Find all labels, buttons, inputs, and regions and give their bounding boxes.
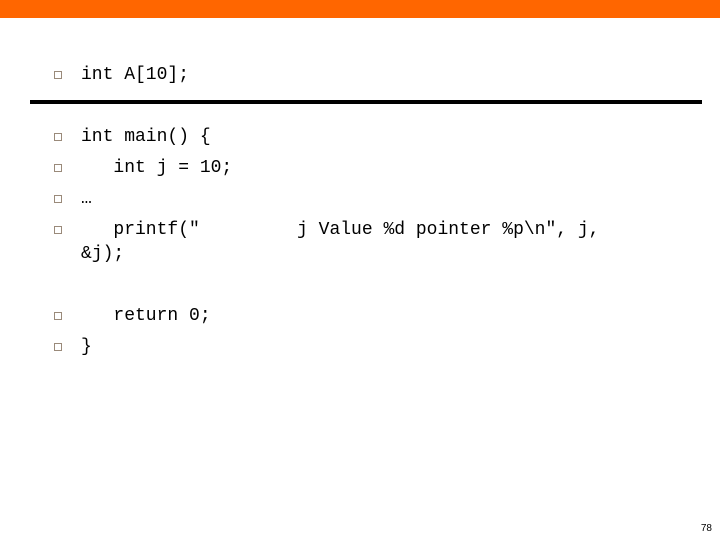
square-bullet-icon bbox=[54, 226, 62, 234]
square-bullet-icon bbox=[54, 195, 62, 203]
square-bullet-icon bbox=[54, 133, 62, 141]
code-text: int main() { bbox=[81, 127, 211, 147]
square-bullet-icon bbox=[54, 343, 62, 351]
code-text: printf(" j Value %d pointer %p\n", j, bbox=[81, 220, 600, 240]
square-bullet-icon bbox=[54, 164, 62, 172]
square-bullet-icon bbox=[54, 312, 62, 320]
code-text: return 0; bbox=[81, 306, 211, 326]
code-text: int j = 10; bbox=[81, 158, 233, 178]
code-text: … bbox=[81, 189, 92, 209]
code-line-array-decl: int A[10]; bbox=[0, 64, 720, 130]
code-line: } bbox=[0, 336, 720, 402]
square-bullet-icon bbox=[54, 71, 62, 79]
code-line-printf-continuation: &j); bbox=[0, 243, 720, 287]
code-text: } bbox=[81, 337, 92, 357]
horizontal-divider bbox=[30, 100, 702, 104]
code-text: int A[10]; bbox=[81, 65, 190, 85]
code-text: &j); bbox=[81, 244, 125, 264]
page-number: 78 bbox=[700, 523, 712, 534]
top-accent-bar bbox=[0, 0, 720, 18]
